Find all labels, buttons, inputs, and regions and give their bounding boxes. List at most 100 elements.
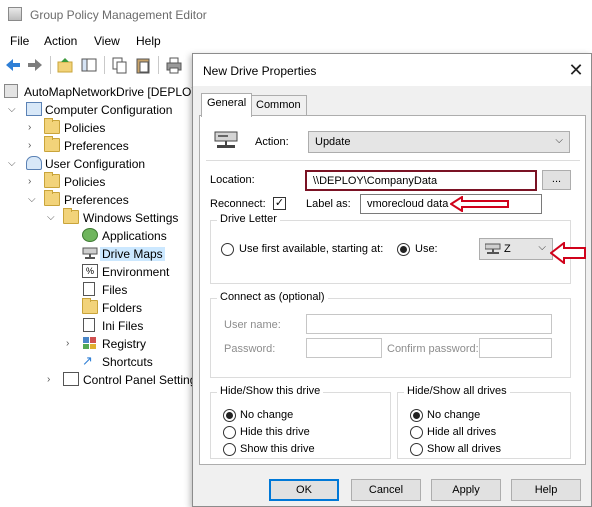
hide-show-all-group: Hide/Show all drives No change Hide all …: [397, 385, 571, 459]
use-drive-radio[interactable]: [397, 243, 410, 256]
connect-as-group: Connect as (optional) User name: Passwor…: [210, 291, 571, 378]
connect-as-title: Connect as (optional): [217, 291, 328, 303]
action-label: Action:: [255, 136, 289, 148]
annotation-arrow-left: [450, 196, 509, 212]
hide-all-drives-label: Hide all drives: [427, 426, 497, 438]
user-icon: [26, 156, 42, 170]
action-select[interactable]: Update ⌵: [308, 131, 570, 153]
chevron-down-icon[interactable]: ⌵: [47, 212, 57, 224]
password-field[interactable]: [306, 338, 382, 358]
shortcut-arrow-icon: ↗: [82, 353, 93, 368]
toolbar-separator: [158, 56, 159, 74]
paste-icon[interactable]: [134, 56, 152, 74]
show-all-drives-label: Show all drives: [427, 443, 501, 455]
window-title: Group Policy Management Editor: [30, 8, 207, 22]
show-all-drives-radio[interactable]: [410, 443, 423, 456]
drive-letter-select[interactable]: Z ⌵: [479, 238, 553, 260]
gpme-app-icon: [8, 7, 22, 21]
close-icon[interactable]: ✕: [565, 60, 587, 80]
folder-icon: [63, 208, 79, 224]
use-first-available-label: Use first available, starting at:: [239, 243, 384, 255]
applications-icon: [82, 228, 98, 242]
drive-letter-group: Drive Letter Use first available, starti…: [210, 213, 571, 284]
chevron-down-icon: ⌵: [555, 135, 563, 146]
folder-icon: [44, 190, 60, 206]
back-arrow-icon[interactable]: [4, 56, 22, 74]
show-this-drive-radio[interactable]: [223, 443, 236, 456]
registry-icon: [82, 336, 98, 350]
dialog-title-bar: New Drive Properties ✕: [193, 54, 591, 86]
all-no-change-radio[interactable]: [410, 409, 423, 422]
hide-show-all-title: Hide/Show all drives: [404, 385, 510, 397]
hide-this-drive-label: Hide this drive: [240, 426, 310, 438]
chevron-down-icon[interactable]: ⌵: [8, 158, 18, 170]
main-title-bar: Group Policy Management Editor: [0, 0, 592, 30]
location-label: Location:: [210, 174, 255, 186]
gpo-icon: [4, 84, 18, 98]
folder-icon: [82, 298, 98, 314]
menu-help[interactable]: Help: [136, 34, 161, 48]
confirm-password-label: Confirm password:: [387, 343, 479, 355]
hide-show-drive-group: Hide/Show this drive No change Hide this…: [210, 385, 391, 459]
tab-common[interactable]: Common: [250, 95, 307, 117]
user-name-field[interactable]: [306, 314, 552, 334]
label-as-label: Label as:: [306, 198, 351, 210]
environment-icon: %: [82, 264, 98, 278]
folder-up-icon[interactable]: [56, 56, 74, 74]
help-button[interactable]: Help: [511, 479, 581, 501]
copy-icon[interactable]: [110, 56, 128, 74]
drive-letter-title: Drive Letter: [217, 213, 280, 225]
all-no-change-label: No change: [427, 409, 481, 421]
use-label: Use:: [415, 243, 438, 255]
hide-this-drive-radio[interactable]: [223, 426, 236, 439]
use-first-available-radio[interactable]: [221, 243, 234, 256]
menu-action[interactable]: Action: [44, 34, 77, 48]
annotation-arrow-left: [550, 242, 586, 264]
chevron-right-icon[interactable]: ›: [28, 140, 38, 152]
toolbar-separator: [104, 56, 105, 74]
menu-view[interactable]: View: [94, 34, 120, 48]
chevron-down-icon[interactable]: ⌵: [28, 194, 38, 206]
folder-icon: [44, 118, 60, 134]
location-field[interactable]: \\DEPLOY\CompanyData: [305, 170, 537, 191]
chevron-right-icon[interactable]: ›: [28, 122, 38, 134]
show-hide-tree-icon[interactable]: [80, 56, 98, 74]
forward-arrow-icon[interactable]: [26, 56, 44, 74]
apply-button[interactable]: Apply: [431, 479, 501, 501]
chevron-down-icon[interactable]: ⌵: [8, 104, 18, 116]
password-label: Password:: [224, 343, 276, 355]
ini-file-icon: [83, 318, 95, 332]
toolbar: [0, 52, 200, 78]
browse-button[interactable]: ...: [542, 170, 571, 190]
folder-icon: [44, 172, 60, 188]
network-drive-icon: [214, 128, 238, 152]
menu-bar: File Action View Help: [0, 30, 592, 52]
new-drive-properties-dialog: New Drive Properties ✕ General Common Ac…: [192, 53, 592, 507]
folder-icon: [44, 136, 60, 152]
chevron-down-icon: ⌵: [538, 242, 546, 253]
chevron-right-icon[interactable]: ›: [28, 176, 38, 188]
file-icon: [83, 282, 95, 296]
general-tab-panel: Action: Update ⌵ Location: \\DEPLOY\Comp…: [199, 115, 586, 465]
hide-all-drives-radio[interactable]: [410, 426, 423, 439]
cancel-button[interactable]: Cancel: [351, 479, 421, 501]
toolbar-separator: [50, 56, 51, 74]
hide-show-drive-title: Hide/Show this drive: [217, 385, 324, 397]
menu-file[interactable]: File: [10, 34, 29, 48]
print-icon[interactable]: [165, 56, 183, 74]
tab-general[interactable]: General: [201, 93, 253, 117]
chevron-right-icon[interactable]: ›: [47, 374, 57, 386]
separator: [206, 160, 580, 161]
chevron-right-icon[interactable]: ›: [66, 338, 76, 350]
reconnect-checkbox[interactable]: ✓: [273, 197, 286, 210]
confirm-password-field[interactable]: [479, 338, 552, 358]
reconnect-label: Reconnect:: [210, 198, 266, 210]
ok-button[interactable]: OK: [269, 479, 339, 501]
drive-no-change-label: No change: [240, 409, 294, 421]
drive-maps-icon: [82, 246, 98, 260]
console-tree: AutoMapNetworkDrive [DEPLOY ⌵ Computer C…: [0, 80, 200, 507]
drive-no-change-radio[interactable]: [223, 409, 236, 422]
dialog-title: New Drive Properties: [203, 64, 317, 78]
show-this-drive-label: Show this drive: [240, 443, 315, 455]
computer-icon: [26, 102, 42, 116]
